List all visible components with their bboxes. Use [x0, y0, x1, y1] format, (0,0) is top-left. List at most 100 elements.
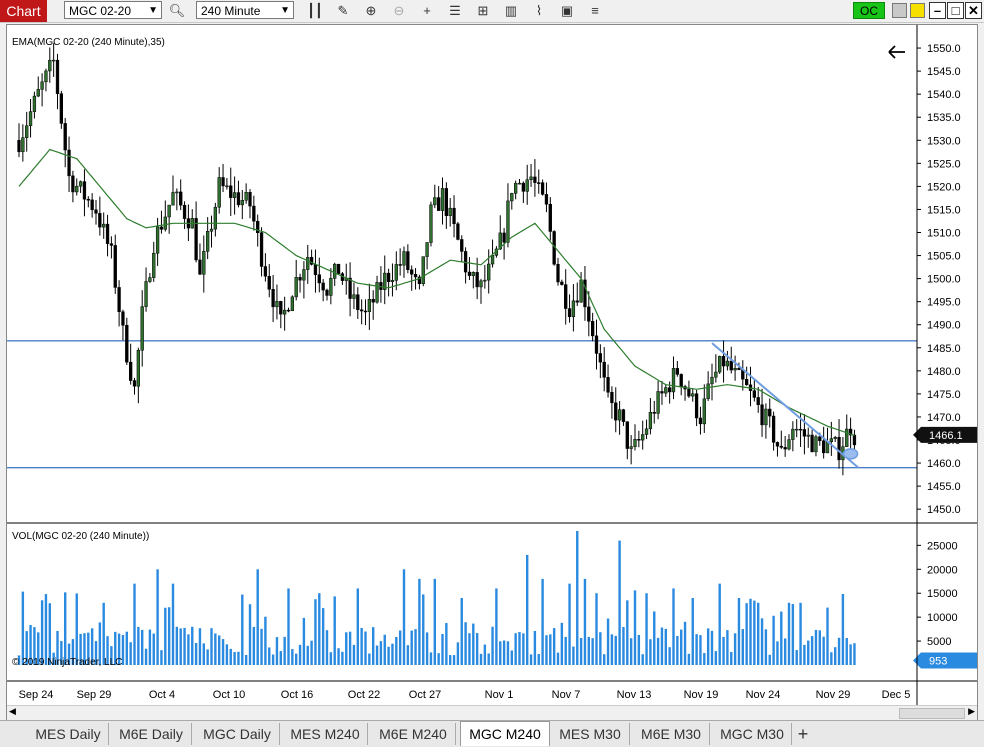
- chart-tab[interactable]: MES M30: [551, 723, 630, 745]
- candle-body: [148, 277, 152, 282]
- search-icon[interactable]: 🔍︎: [168, 2, 186, 20]
- volume-bar: [502, 640, 506, 665]
- chart-tab[interactable]: M6E M240: [371, 723, 456, 745]
- price-tick-label: 1495.0: [927, 297, 961, 309]
- close-icon[interactable]: ✕: [965, 2, 982, 19]
- candle-body: [317, 274, 321, 284]
- chart-tab[interactable]: M6E M30: [633, 723, 710, 745]
- candle-body: [410, 269, 414, 275]
- time-axis-label: Sep 29: [77, 689, 112, 701]
- volume-bar: [787, 602, 791, 665]
- strategies-icon[interactable]: ⌇: [530, 2, 548, 20]
- volume-bar: [706, 628, 710, 665]
- volume-bar: [356, 588, 359, 665]
- chart-area[interactable]: 1450.01455.01460.01465.01470.01475.01480…: [6, 24, 978, 720]
- draw-tool-icon[interactable]: ✎: [334, 2, 352, 20]
- volume-bar: [633, 590, 637, 665]
- price-panel-title: EMA(MGC 02-20 (240 Minute),35): [12, 37, 165, 48]
- volume-bar: [264, 616, 267, 665]
- candle-body: [279, 301, 283, 315]
- instrument-selector[interactable]: MGC 02-20 ▼: [64, 1, 162, 19]
- candle-body: [421, 256, 425, 284]
- candle-body: [556, 264, 560, 283]
- volume-bar: [225, 644, 229, 665]
- properties-icon[interactable]: ☰: [446, 2, 464, 20]
- chart-tab[interactable]: MGC M240: [460, 721, 550, 746]
- candlestick: [537, 169, 541, 194]
- volume-bar: [610, 634, 614, 665]
- back-arrow-icon[interactable]: [888, 45, 905, 59]
- candle-body: [125, 324, 129, 363]
- volume-bar: [783, 638, 787, 665]
- candlestick: [691, 388, 695, 402]
- candle-body: [818, 436, 822, 442]
- candlestick: [648, 398, 653, 435]
- chart-tab[interactable]: MES M240: [283, 723, 368, 745]
- zoom-in-icon[interactable]: ⊕: [362, 2, 380, 20]
- candlestick: [182, 201, 187, 230]
- maximize-icon[interactable]: □: [947, 2, 964, 19]
- volume-bar: [221, 639, 225, 665]
- chart-tab[interactable]: MGC Daily: [195, 723, 280, 745]
- horizontal-scrollbar[interactable]: ◀ ▶: [7, 705, 977, 720]
- candle-body: [706, 383, 710, 400]
- volume-bar: [129, 642, 132, 665]
- crosshair-icon[interactable]: +: [418, 2, 436, 20]
- scrollbar-thumb[interactable]: [899, 708, 965, 719]
- candlestick: [221, 163, 225, 193]
- volume-bar: [818, 630, 821, 665]
- candle-body: [467, 271, 472, 276]
- chart-tab[interactable]: MGC M30: [713, 723, 792, 745]
- volume-bar: [383, 634, 386, 665]
- candlestick: [698, 406, 703, 435]
- candlestick: [406, 244, 410, 274]
- link-color-yellow-icon[interactable]: [910, 3, 925, 18]
- bars-type-icon[interactable]: ┃┃: [306, 2, 324, 20]
- interval-selector[interactable]: 240 Minute ▼: [196, 1, 294, 19]
- candle-body: [17, 140, 21, 153]
- indicators-icon[interactable]: ▥: [502, 2, 520, 20]
- candlestick: [814, 434, 818, 457]
- chart-tab[interactable]: MES Daily: [28, 723, 109, 745]
- candlestick: [787, 434, 791, 451]
- chart-tab[interactable]: M6E Daily: [111, 723, 192, 745]
- time-axis: Sep 24 Sep 29 Oct 4 Oct 10 Oct 16 Oct 22 Oct 2…: [19, 689, 911, 701]
- chart-canvas[interactable]: 1450.01455.01460.01465.01470.01475.01480…: [7, 25, 977, 719]
- add-tab-button[interactable]: +: [792, 723, 814, 745]
- zoom-out-icon[interactable]: ⊖: [390, 2, 408, 20]
- volume-bar: [583, 578, 587, 665]
- oc-button[interactable]: OC: [853, 2, 885, 19]
- candlestick: [413, 268, 418, 290]
- link-color-gray-icon[interactable]: [892, 3, 907, 18]
- candlestick: [129, 343, 133, 385]
- candlestick: [86, 196, 90, 208]
- candlestick: [456, 221, 460, 241]
- candlestick: [706, 371, 710, 402]
- volume-bar: [730, 651, 733, 665]
- candlestick: [59, 90, 64, 129]
- candle-body: [648, 412, 653, 430]
- candlestick: [336, 263, 341, 274]
- candle-body: [194, 218, 198, 261]
- candlestick: [383, 255, 387, 305]
- candlestick: [741, 360, 745, 391]
- candlestick: [152, 241, 156, 282]
- candle-body: [155, 226, 160, 254]
- candlestick: [621, 408, 626, 426]
- candlestick: [529, 163, 533, 187]
- minimize-icon[interactable]: –: [929, 2, 946, 19]
- candle-body: [714, 371, 718, 378]
- candle-body: [606, 377, 610, 393]
- candle-body: [221, 177, 225, 187]
- chart-trader-icon[interactable]: ▣: [558, 2, 576, 20]
- menu-list-icon[interactable]: ≡: [586, 2, 604, 20]
- volume-bar: [722, 636, 725, 665]
- templates-icon[interactable]: ⊞: [474, 2, 492, 20]
- scroll-right-icon[interactable]: ▶: [968, 706, 975, 717]
- volume-bar: [749, 598, 752, 665]
- volume-bar: [637, 635, 641, 665]
- candlestick: [575, 282, 579, 306]
- candlestick: [433, 184, 437, 209]
- scroll-left-icon[interactable]: ◀: [9, 706, 16, 717]
- candlestick: [55, 53, 60, 110]
